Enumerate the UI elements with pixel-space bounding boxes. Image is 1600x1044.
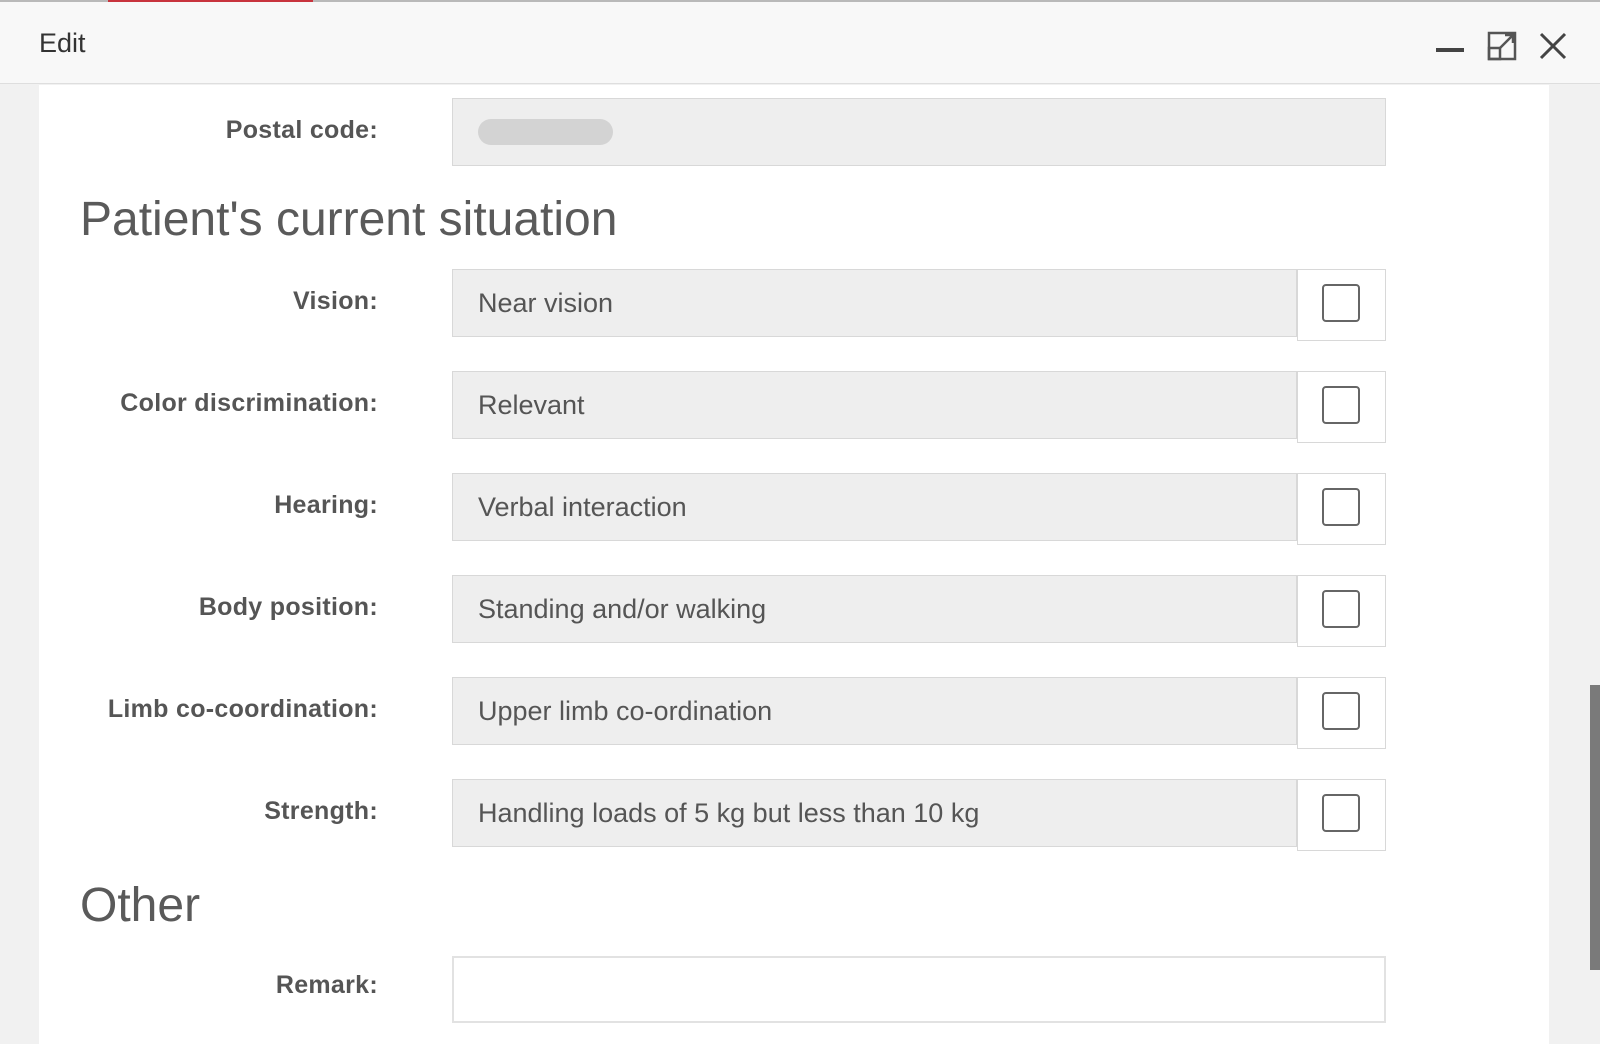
minimize-button[interactable] xyxy=(1430,26,1470,66)
limb-coordination-value: Upper limb co-ordination xyxy=(478,695,773,726)
color-discrimination-field[interactable]: Relevant xyxy=(452,371,1297,439)
dialog-titlebar: Edit xyxy=(0,2,1600,84)
remark-input[interactable] xyxy=(452,956,1386,1023)
hearing-field[interactable]: Verbal interaction xyxy=(452,473,1297,541)
vision-checkbox[interactable] xyxy=(1322,284,1360,322)
section-heading-other: Other xyxy=(80,879,201,932)
section-heading-current-situation: Patient's current situation xyxy=(80,193,618,246)
limb-coordination-label: Limb co-coordination: xyxy=(107,695,378,723)
limb-coordination-field[interactable]: Upper limb co-ordination xyxy=(452,677,1297,745)
strength-checkbox[interactable] xyxy=(1322,794,1360,832)
limb-coordination-checkbox[interactable] xyxy=(1322,692,1360,730)
close-button[interactable] xyxy=(1533,26,1573,66)
postal-code-label: Postal code: xyxy=(225,116,378,144)
postal-code-field[interactable] xyxy=(452,98,1386,166)
remark-label: Remark: xyxy=(275,971,378,999)
body-position-checkbox-cell[interactable] xyxy=(1297,575,1386,647)
body-position-field[interactable]: Standing and/or walking xyxy=(452,575,1297,643)
strength-checkbox-cell[interactable] xyxy=(1297,779,1386,851)
body-position-value: Standing and/or walking xyxy=(478,593,767,624)
strength-value: Handling loads of 5 kg but less than 10 … xyxy=(478,797,980,828)
color-discrimination-checkbox[interactable] xyxy=(1322,386,1360,424)
color-discrimination-value: Relevant xyxy=(478,389,585,420)
body-position-label: Body position: xyxy=(198,593,378,621)
scrollbar-thumb[interactable] xyxy=(1590,685,1600,970)
hearing-value: Verbal interaction xyxy=(478,491,687,522)
vision-checkbox-cell[interactable] xyxy=(1297,269,1386,341)
vision-label: Vision: xyxy=(293,287,378,315)
vertical-scrollbar[interactable] xyxy=(1590,85,1600,1044)
maximize-icon xyxy=(1487,31,1517,61)
color-discrimination-label: Color discrimination: xyxy=(120,389,378,417)
dialog-title: Edit xyxy=(39,28,86,58)
strength-label: Strength: xyxy=(264,797,378,825)
close-icon xyxy=(1539,32,1567,60)
limb-coordination-checkbox-cell[interactable] xyxy=(1297,677,1386,749)
vision-value: Near vision xyxy=(478,287,614,318)
vision-field[interactable]: Near vision xyxy=(452,269,1297,337)
hearing-checkbox-cell[interactable] xyxy=(1297,473,1386,545)
maximize-button[interactable] xyxy=(1482,26,1522,66)
hearing-label: Hearing: xyxy=(274,491,378,519)
body-position-checkbox[interactable] xyxy=(1322,590,1360,628)
hearing-checkbox[interactable] xyxy=(1322,488,1360,526)
color-discrimination-checkbox-cell[interactable] xyxy=(1297,371,1386,443)
strength-field[interactable]: Handling loads of 5 kg but less than 10 … xyxy=(452,779,1297,847)
redacted-postal-code xyxy=(478,119,613,145)
